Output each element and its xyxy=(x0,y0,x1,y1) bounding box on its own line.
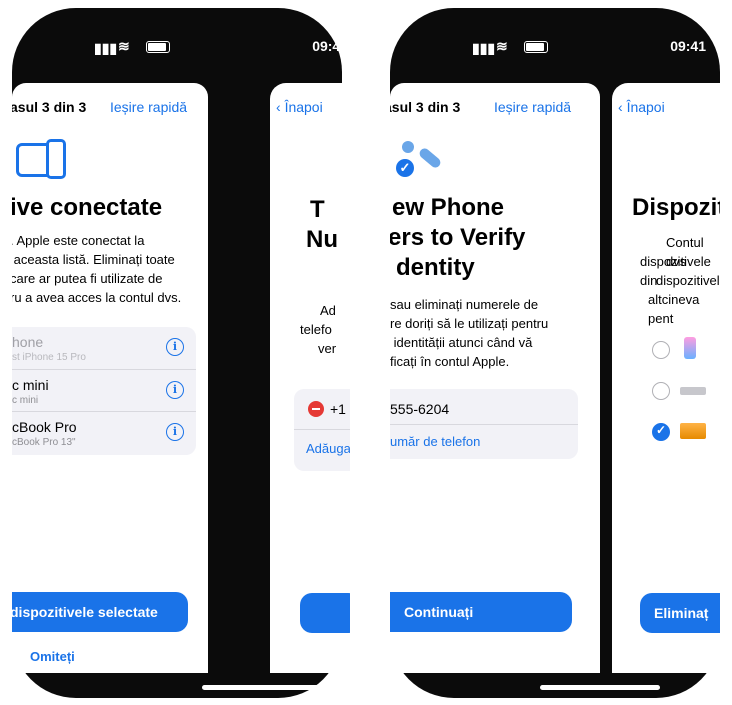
back-add-number-link[interactable]: Adăuga xyxy=(306,441,350,456)
devices-icon xyxy=(16,139,72,179)
info-icon[interactable]: i xyxy=(166,381,184,399)
signal-icon: ▮▮▮ xyxy=(94,40,118,56)
continue-button[interactable]: Continuați xyxy=(390,592,572,632)
device-name: cBook Pro xyxy=(12,419,77,435)
home-indicator xyxy=(540,685,660,690)
quick-exit-link[interactable]: Ieșire rapidă xyxy=(494,99,571,115)
device-name: c mini xyxy=(12,377,49,393)
page-description: . Apple este conectat la aceasta listă. … xyxy=(12,233,182,305)
info-icon[interactable]: i xyxy=(166,338,184,356)
device-radio[interactable] xyxy=(652,382,670,400)
page-title-line3: dentity xyxy=(396,254,475,281)
skip-link[interactable]: Omiteți xyxy=(30,649,75,664)
mac-mini-thumbnail-icon xyxy=(680,387,706,395)
right-front-sheet: asul 3 din 3 Ieșire rapidă ✓ ew Phone er… xyxy=(390,83,600,673)
device-radio-selected[interactable] xyxy=(652,423,670,441)
home-indicator xyxy=(202,685,322,690)
device-row[interactable]: cBook Pro cBook Pro 13" i xyxy=(12,411,196,454)
right-status-bar: ▮▮▮ ≋ 09:41 xyxy=(390,38,720,62)
device-radio[interactable] xyxy=(652,341,670,359)
add-phone-number-link[interactable]: umăr de telefon xyxy=(390,434,480,449)
left-front-sheet: asul 3 din 3 Ieșire rapidă ive conectate… xyxy=(12,83,208,673)
status-time: 09:41 xyxy=(312,38,348,54)
info-icon[interactable]: i xyxy=(166,423,184,441)
wifi-icon: ≋ xyxy=(496,38,508,54)
back-body-2: telefo xyxy=(300,322,332,337)
back-title-line2: Nu xyxy=(306,226,338,253)
back-body-3: ver xyxy=(318,341,337,356)
battery-icon xyxy=(146,41,170,53)
step-indicator: asul 3 din 3 xyxy=(12,99,87,115)
step-indicator: asul 3 din 3 xyxy=(390,99,461,115)
phone-list: 555-6204 umăr de telefon xyxy=(390,389,578,459)
back-body-3: dispozitivele xyxy=(656,273,720,288)
back-phone-prefix: +1 xyxy=(330,401,346,417)
phone-check-icon: ✓ xyxy=(396,139,452,179)
signal-icon: ▮▮▮ xyxy=(472,40,496,56)
right-phone-frame: ▮▮▮ ≋ 09:41 ‹ Înapoi Dispozit Contul dvs… xyxy=(390,8,720,698)
wifi-icon: ≋ xyxy=(118,38,130,54)
back-button[interactable]: ‹ Înapoi xyxy=(618,99,665,115)
chevron-left-icon: ‹ xyxy=(618,99,627,115)
left-status-bar: ▮▮▮ ≋ 09:41 xyxy=(12,38,348,62)
back-primary-button[interactable] xyxy=(300,593,350,633)
device-row[interactable]: c mini c mini i xyxy=(12,369,196,412)
back-device-list: iP Ac M Ma M Ma xyxy=(638,329,720,457)
battery-icon xyxy=(524,41,548,53)
remove-selected-button[interactable]: dispozitivele selectate xyxy=(12,592,188,632)
device-model: cBook Pro 13" xyxy=(12,437,76,448)
phone-number: 555-6204 xyxy=(390,401,450,417)
back-body-1: Ad xyxy=(320,303,336,318)
device-model: c mini xyxy=(12,395,39,406)
device-model: st iPhone 15 Pro xyxy=(12,352,86,363)
macbook-thumbnail-icon xyxy=(680,423,706,439)
device-list: hone st iPhone 15 Pro i c mini c mini i … xyxy=(12,327,196,455)
back-phone-list: +1 Adăuga xyxy=(294,389,350,471)
left-back-sheet: ‹ Înapoi T Nu Ad telefo ver +1 Adăuga xyxy=(270,83,350,673)
chevron-left-icon: ‹ xyxy=(276,99,285,115)
page-title: ive conectate xyxy=(12,194,163,221)
page-title-line2: ers to Verify xyxy=(390,224,526,251)
device-name: hone xyxy=(12,334,44,350)
back-button[interactable]: ‹ Înapoi xyxy=(276,99,323,115)
status-time: 09:41 xyxy=(670,38,706,54)
back-title: Dispozit xyxy=(632,194,720,221)
page-title-line1: ew Phone xyxy=(392,194,505,221)
back-title-line1: T xyxy=(310,196,325,223)
page-description: sau eliminați numerele de re doriți să l… xyxy=(390,297,549,369)
back-primary-button[interactable]: Eliminaț xyxy=(640,593,720,633)
left-phone-frame: ▮▮▮ ≋ 09:41 ‹ Înapoi T Nu Ad telefo ver … xyxy=(12,8,350,698)
iphone-thumbnail-icon xyxy=(684,337,696,359)
device-row[interactable]: hone st iPhone 15 Pro i xyxy=(12,327,196,369)
minus-circle-icon[interactable] xyxy=(308,401,324,417)
right-back-sheet: ‹ Înapoi Dispozit Contul dvs dispozitive… xyxy=(612,83,720,673)
back-body-4: altcineva pent xyxy=(648,292,700,326)
quick-exit-link[interactable]: Ieșire rapidă xyxy=(110,99,187,115)
